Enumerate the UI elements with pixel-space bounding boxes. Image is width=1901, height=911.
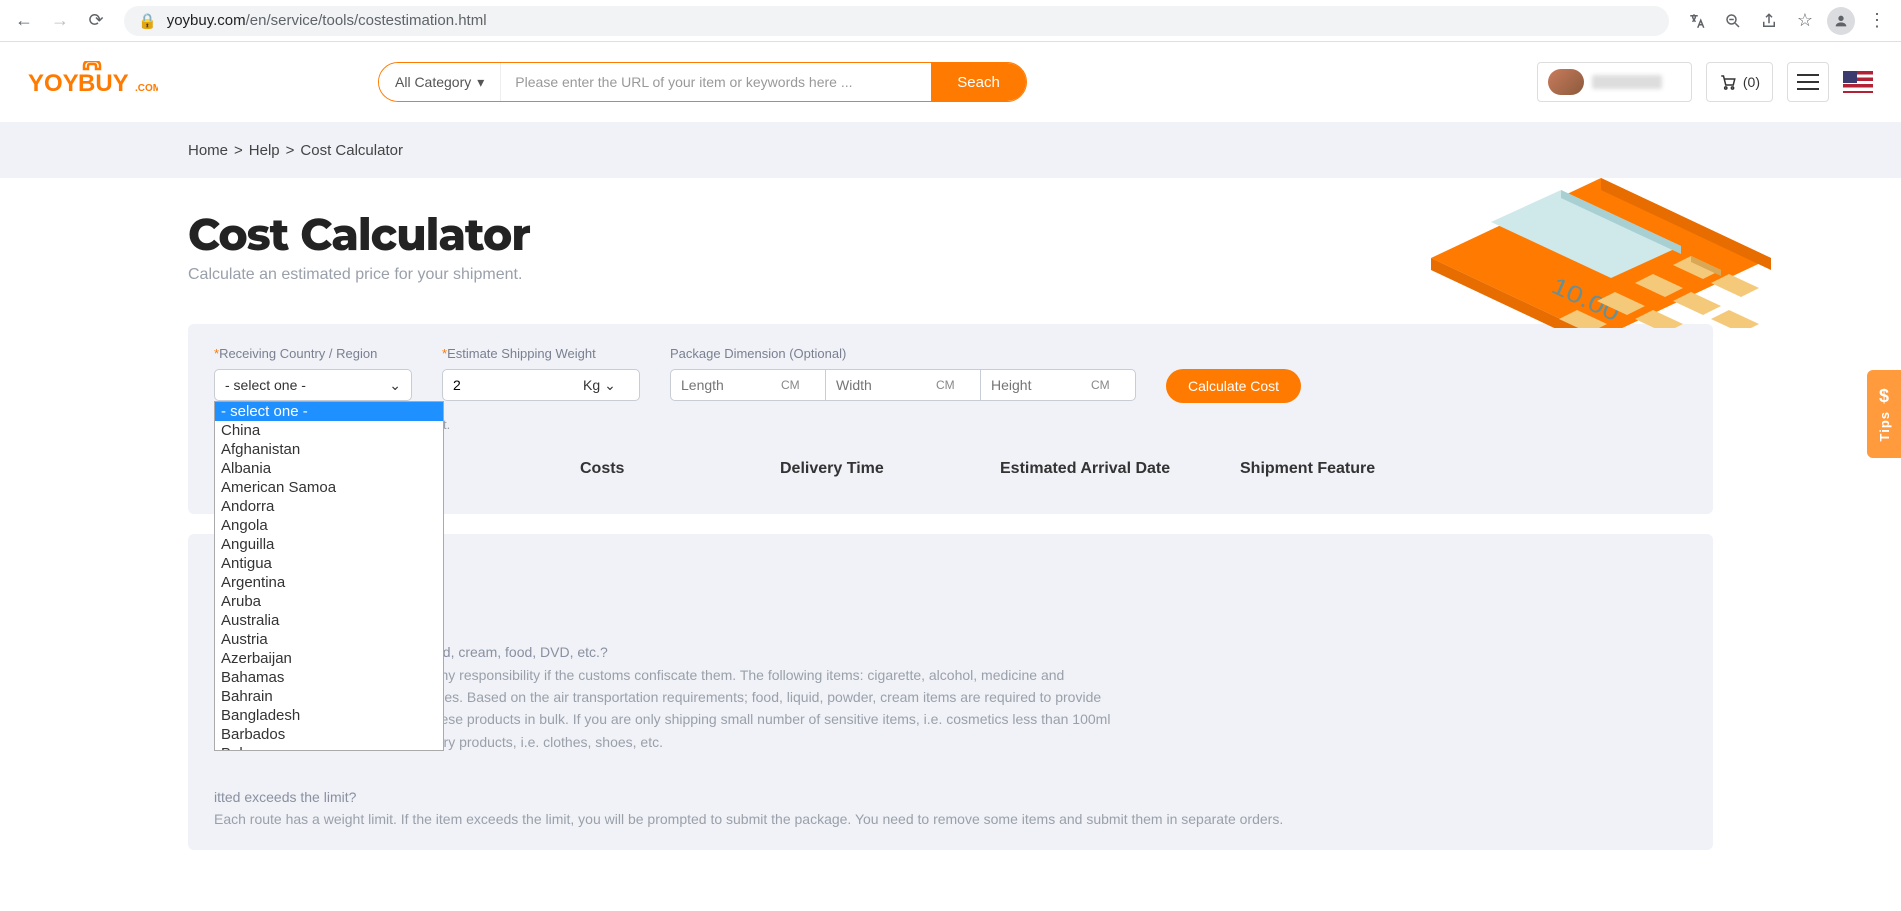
country-option[interactable]: Austria: [215, 630, 443, 649]
height-unit: CM: [1091, 378, 1110, 392]
th-arrival-date: Estimated Arrival Date: [1000, 460, 1240, 478]
breadcrumb-home[interactable]: Home: [188, 142, 228, 159]
calculator-illustration: 10.00: [1411, 168, 1791, 333]
chevron-down-icon: ⌄: [604, 377, 616, 394]
th-delivery-time: Delivery Time: [780, 460, 1000, 478]
back-button[interactable]: ←: [8, 5, 40, 37]
weight-label: *Estimate Shipping Weight: [442, 346, 640, 361]
bookmark-icon[interactable]: ☆: [1789, 5, 1821, 37]
reload-button[interactable]: ⟳: [80, 5, 112, 37]
locale-flag[interactable]: [1843, 71, 1873, 93]
faq-q3: itted exceeds the limit?: [214, 786, 1687, 808]
th-costs: Costs: [580, 460, 780, 478]
hamburger-icon: [1797, 74, 1819, 90]
svg-text:YOY: YOY: [28, 70, 79, 97]
breadcrumb-current: Cost Calculator: [300, 142, 403, 159]
search-bar: All Category ▾ Seach: [378, 62, 1027, 102]
country-option[interactable]: Aruba: [215, 592, 443, 611]
th-feature: Shipment Feature: [1240, 460, 1460, 478]
width-input[interactable]: [836, 377, 936, 393]
calculate-button[interactable]: Calculate Cost: [1166, 369, 1301, 403]
dollar-icon: $: [1879, 386, 1889, 407]
length-input[interactable]: [681, 377, 781, 393]
country-option[interactable]: Bahamas: [215, 668, 443, 687]
width-unit: CM: [936, 378, 955, 392]
weight-unit-select[interactable]: Kg⌄: [583, 377, 616, 394]
category-label: All Category: [395, 74, 471, 90]
tips-tab[interactable]: $ Tips: [1867, 370, 1901, 458]
country-option[interactable]: Anguilla: [215, 535, 443, 554]
country-option[interactable]: Argentina: [215, 573, 443, 592]
height-input[interactable]: [991, 377, 1091, 393]
username: [1592, 75, 1662, 89]
weight-input[interactable]: [453, 377, 583, 393]
svg-text:BUY: BUY: [78, 70, 129, 97]
breadcrumb-help[interactable]: Help: [249, 142, 280, 159]
weight-field: Kg⌄: [442, 369, 640, 401]
country-value: - select one -: [225, 377, 306, 393]
forward-button[interactable]: →: [44, 5, 76, 37]
country-option[interactable]: Afghanistan: [215, 440, 443, 459]
chevron-down-icon: ⌄: [389, 377, 401, 394]
country-option[interactable]: - select one -: [215, 402, 443, 421]
breadcrumb-sep: >: [286, 142, 295, 159]
breadcrumb-sep: >: [234, 142, 243, 159]
user-menu[interactable]: [1537, 62, 1692, 102]
country-option[interactable]: Angola: [215, 516, 443, 535]
search-button[interactable]: Seach: [931, 63, 1026, 101]
dimension-label: Package Dimension (Optional): [670, 346, 1136, 361]
category-dropdown[interactable]: All Category ▾: [379, 63, 501, 101]
country-option[interactable]: Azerbaijan: [215, 649, 443, 668]
translate-icon[interactable]: [1681, 5, 1713, 37]
country-option[interactable]: American Samoa: [215, 478, 443, 497]
country-option[interactable]: China: [215, 421, 443, 440]
country-option[interactable]: Belarus: [215, 744, 443, 751]
calculator-form: *Receiving Country / Region - select one…: [188, 324, 1713, 514]
svg-text:.COM: .COM: [135, 83, 158, 94]
menu-icon[interactable]: ⋮: [1861, 5, 1893, 37]
country-option[interactable]: Bahrain: [215, 687, 443, 706]
search-input[interactable]: [501, 63, 931, 101]
country-option[interactable]: Australia: [215, 611, 443, 630]
browser-toolbar: ← → ⟳ 🔒 yoybuy.com/en/service/tools/cost…: [0, 0, 1901, 42]
avatar: [1548, 69, 1584, 95]
zoom-icon[interactable]: [1717, 5, 1749, 37]
country-option[interactable]: Albania: [215, 459, 443, 478]
cart-button[interactable]: (0): [1706, 62, 1773, 102]
address-bar[interactable]: 🔒 yoybuy.com/en/service/tools/costestima…: [124, 6, 1669, 36]
country-option[interactable]: Barbados: [215, 725, 443, 744]
faq-a3: Each route has a weight limit. If the it…: [214, 808, 1687, 830]
cart-icon: [1719, 73, 1737, 91]
url-text: yoybuy.com/en/service/tools/costestimati…: [167, 12, 487, 29]
country-label: *Receiving Country / Region: [214, 346, 412, 361]
country-option[interactable]: Andorra: [215, 497, 443, 516]
caret-down-icon: ▾: [477, 74, 484, 91]
logo[interactable]: YOY BUY .COM: [28, 61, 378, 104]
length-unit: CM: [781, 378, 800, 392]
tips-label: Tips: [1877, 411, 1892, 442]
country-dropdown-list[interactable]: - select one -ChinaAfghanistanAlbaniaAme…: [214, 401, 444, 751]
country-option[interactable]: Antigua: [215, 554, 443, 573]
country-option[interactable]: Bangladesh: [215, 706, 443, 725]
country-select[interactable]: - select one - ⌄: [214, 369, 412, 401]
site-header: YOY BUY .COM All Category ▾ Seach (0): [0, 42, 1901, 122]
share-icon[interactable]: [1753, 5, 1785, 37]
profile-button[interactable]: [1825, 5, 1857, 37]
cart-count: (0): [1743, 74, 1760, 90]
main-menu-button[interactable]: [1787, 62, 1829, 102]
lock-icon: 🔒: [138, 12, 157, 30]
